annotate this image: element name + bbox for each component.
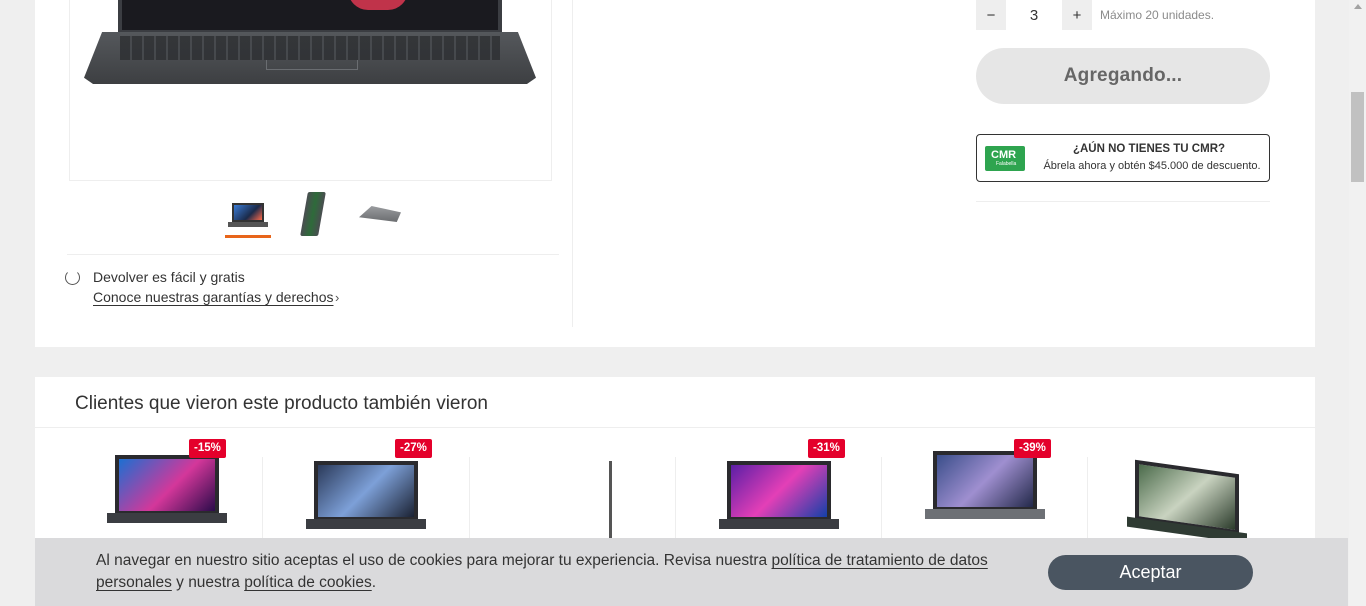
- page-scrollbar[interactable]: [1349, 0, 1366, 606]
- discount-badge: -31%: [808, 439, 845, 458]
- scroll-up-arrow-icon[interactable]: [1354, 4, 1362, 9]
- cmr-subtitle: Ábrela ahora y obtén $45.000 de descuent…: [1043, 160, 1261, 172]
- thumbnail-laptop-front[interactable]: [225, 192, 271, 238]
- add-to-cart-button[interactable]: Agregando...: [976, 48, 1270, 104]
- laptop-thumbnail-image: [306, 461, 426, 529]
- discount-badge: -15%: [189, 439, 226, 458]
- scrollbar-thumb[interactable]: [1351, 92, 1364, 182]
- laptop-screen-image: [118, 0, 502, 34]
- laptop-thumbnail-image: [107, 455, 227, 523]
- accept-cookies-button[interactable]: Aceptar: [1048, 555, 1253, 590]
- laptop-touchpad-image: [266, 60, 358, 70]
- quantity-value[interactable]: 3: [1006, 7, 1062, 24]
- recommendations-title: Clientes que vieron este producto tambié…: [75, 393, 488, 414]
- returns-text: Devolver es fácil y gratis: [93, 269, 245, 285]
- quantity-stepper: − 3 + Máximo 20 unidades.: [976, 0, 1214, 30]
- cmr-title: ¿AÚN NO TIENES TU CMR?: [1072, 143, 1226, 155]
- section-divider: [35, 427, 1315, 428]
- laptop-thumbnail-image: [1127, 459, 1247, 544]
- discount-badge: -27%: [395, 439, 432, 458]
- cookie-policy-link[interactable]: política de cookies: [244, 574, 372, 591]
- section-divider: [67, 254, 559, 255]
- product-main-image[interactable]: [69, 0, 552, 181]
- decrement-button[interactable]: −: [976, 0, 1006, 30]
- image-thumbnails: [225, 192, 403, 238]
- chevron-right-icon: ›: [335, 290, 340, 305]
- discount-badge: -39%: [1014, 439, 1051, 458]
- increment-button[interactable]: +: [1062, 0, 1092, 30]
- cookie-banner: Al navegar en nuestro sitio aceptas el u…: [35, 538, 1348, 606]
- product-detail-card: Devolver es fácil y gratis Conoce nuestr…: [35, 0, 1315, 347]
- laptop-edge-image: [609, 461, 612, 547]
- thumbnail-laptop-side[interactable]: [291, 192, 337, 236]
- guarantees-link[interactable]: Conoce nuestras garantías y derechos: [93, 289, 333, 305]
- max-units-text: Máximo 20 unidades.: [1100, 8, 1215, 22]
- refresh-icon: [65, 270, 80, 285]
- section-divider: [976, 201, 1270, 202]
- cookie-message: Al navegar en nuestro sitio aceptas el u…: [96, 552, 988, 591]
- laptop-keyboard-image: [120, 36, 500, 60]
- cmr-promo-banner[interactable]: CMR Falabella ¿AÚN NO TIENES TU CMR? Ábr…: [976, 134, 1270, 182]
- thumbnail-laptop-closed[interactable]: [357, 192, 403, 236]
- laptop-thumbnail-image: [925, 451, 1045, 519]
- cmr-logo: CMR Falabella: [985, 146, 1025, 171]
- laptop-thumbnail-image: [719, 461, 839, 529]
- column-divider: [572, 0, 573, 327]
